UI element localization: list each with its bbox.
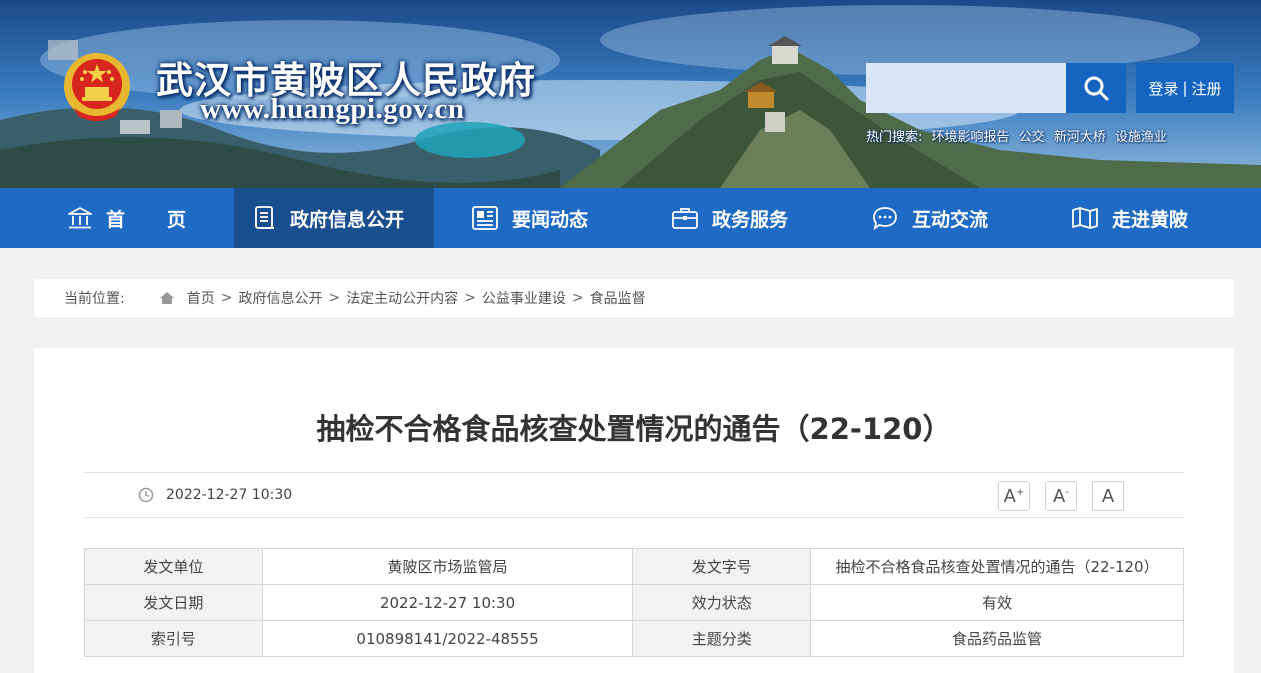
- publish-date: 2022-12-27 10:30: [138, 473, 292, 517]
- font-smaller-label: A: [1053, 485, 1066, 507]
- breadcrumb: 当前位置: 首页 > 政府信息公开 > 法定主动公开内容 > 公益事业建设 > …: [34, 279, 1234, 317]
- table-cell-key: 发文日期: [84, 584, 263, 621]
- table-cell-key: 效力状态: [632, 584, 812, 621]
- article-panel: 抽检不合格食品核查处置情况的通告（22-120） 2022-12-27 10:3…: [34, 348, 1234, 673]
- header-banner: 武汉市黄陂区人民政府 www.huangpi.gov.cn 登录 | 注册 热门…: [0, 0, 1261, 188]
- font-larger-button[interactable]: A +: [998, 481, 1030, 511]
- site-url: www.huangpi.gov.cn: [200, 93, 465, 125]
- font-reset-label: A: [1101, 485, 1115, 507]
- nav-item-home[interactable]: 首页: [68, 188, 228, 248]
- chat-bubble-icon: [873, 207, 897, 230]
- breadcrumb-item[interactable]: 政府信息公开: [238, 288, 322, 308]
- nav-item-label: 首页: [106, 208, 229, 231]
- bank-icon: [68, 207, 92, 229]
- nav-item-interaction[interactable]: 互动交流: [872, 188, 988, 248]
- nav-item-news[interactable]: 要闻动态: [472, 188, 588, 248]
- register-link[interactable]: 注册: [1192, 78, 1222, 99]
- nav-item-services[interactable]: 政务服务: [672, 188, 788, 248]
- hot-search-term[interactable]: 新河大桥: [1054, 130, 1106, 145]
- national-emblem-icon: [64, 53, 130, 121]
- nav-item-label: 政府信息公开: [290, 208, 405, 231]
- table-row: 发文单位 黄陂区市场监管局 发文字号 抽检不合格食品核查处置情况的通告（22-1…: [84, 548, 1184, 585]
- hot-search-term[interactable]: 设施渔业: [1115, 130, 1167, 145]
- font-reset-button[interactable]: A: [1092, 481, 1124, 511]
- map-book-icon: [1072, 207, 1098, 229]
- font-smaller-mark: -: [1065, 486, 1069, 498]
- nav-item-label: 走进黄陂: [1112, 208, 1189, 231]
- breadcrumb-item[interactable]: 法定主动公开内容: [346, 288, 458, 308]
- breadcrumb-item[interactable]: 公益事业建设: [482, 288, 566, 308]
- nav-item-label: 要闻动态: [512, 208, 589, 231]
- table-cell-value: 010898141/2022-48555: [261, 620, 634, 657]
- hot-search-term[interactable]: 环境影响报告: [932, 130, 1010, 145]
- briefcase-icon: [672, 208, 698, 229]
- clock-icon: [138, 487, 154, 503]
- breadcrumb-separator: >: [328, 290, 341, 306]
- auth-links: 登录 | 注册: [1136, 63, 1234, 113]
- table-cell-value: 食品药品监管: [810, 620, 1184, 657]
- font-larger-label: A: [1003, 485, 1016, 507]
- main-nav: 首页 政府信息公开 要闻动态 政务服务 互动交流 走进黄陂: [0, 188, 1261, 248]
- nav-item-label: 互动交流: [912, 208, 989, 231]
- search-icon: [1084, 76, 1109, 101]
- table-cell-value: 黄陂区市场监管局: [261, 548, 634, 585]
- table-cell-value: 抽检不合格食品核查处置情况的通告（22-120）: [810, 548, 1184, 585]
- nav-item-label: 政务服务: [712, 208, 789, 231]
- table-row: 索引号 010898141/2022-48555 主题分类 食品药品监管: [84, 620, 1184, 657]
- table-cell-value: 2022-12-27 10:30: [261, 584, 634, 621]
- auth-separator: |: [1182, 79, 1188, 97]
- document-info-table: 发文单位 黄陂区市场监管局 发文字号 抽检不合格食品核查处置情况的通告（22-1…: [84, 548, 1184, 657]
- breadcrumb-separator: >: [220, 290, 233, 306]
- login-link[interactable]: 登录: [1148, 78, 1178, 99]
- table-cell-key: 发文字号: [632, 548, 812, 585]
- breadcrumb-separator: >: [464, 290, 476, 306]
- font-smaller-button[interactable]: A-: [1045, 481, 1077, 511]
- newspaper-icon: [472, 206, 498, 230]
- font-larger-mark: +: [1015, 486, 1025, 498]
- nav-item-gov-info[interactable]: 政府信息公开: [234, 188, 434, 248]
- article-meta: 2022-12-27 10:30 A + A- A: [84, 472, 1184, 518]
- search-input[interactable]: [866, 63, 1066, 113]
- search-button[interactable]: [1066, 63, 1126, 113]
- breadcrumb-label: 当前位置:: [64, 291, 125, 307]
- page-title: 抽检不合格食品核查处置情况的通告（22-120）: [316, 412, 952, 446]
- table-cell-value: 有效: [810, 584, 1184, 621]
- breadcrumb-item[interactable]: 首页: [187, 288, 215, 308]
- breadcrumb-item[interactable]: 食品监督: [590, 288, 646, 308]
- nav-item-about[interactable]: 走进黄陂: [1072, 188, 1188, 248]
- table-cell-key: 索引号: [84, 620, 263, 657]
- hot-search-label: 热门搜索:: [866, 130, 923, 145]
- table-row: 发文日期 2022-12-27 10:30 效力状态 有效: [84, 584, 1184, 621]
- publish-date-text: 2022-12-27 10:30: [166, 487, 293, 503]
- breadcrumb-separator: >: [571, 290, 584, 306]
- document-list-icon: [255, 206, 274, 229]
- table-cell-key: 发文单位: [84, 548, 263, 585]
- hot-search-term[interactable]: 公交: [1019, 130, 1045, 145]
- hot-search: 热门搜索: 环境影响报告 公交 新河大桥 设施渔业: [866, 126, 1172, 145]
- home-icon: [159, 292, 174, 304]
- table-cell-key: 主题分类: [632, 620, 812, 657]
